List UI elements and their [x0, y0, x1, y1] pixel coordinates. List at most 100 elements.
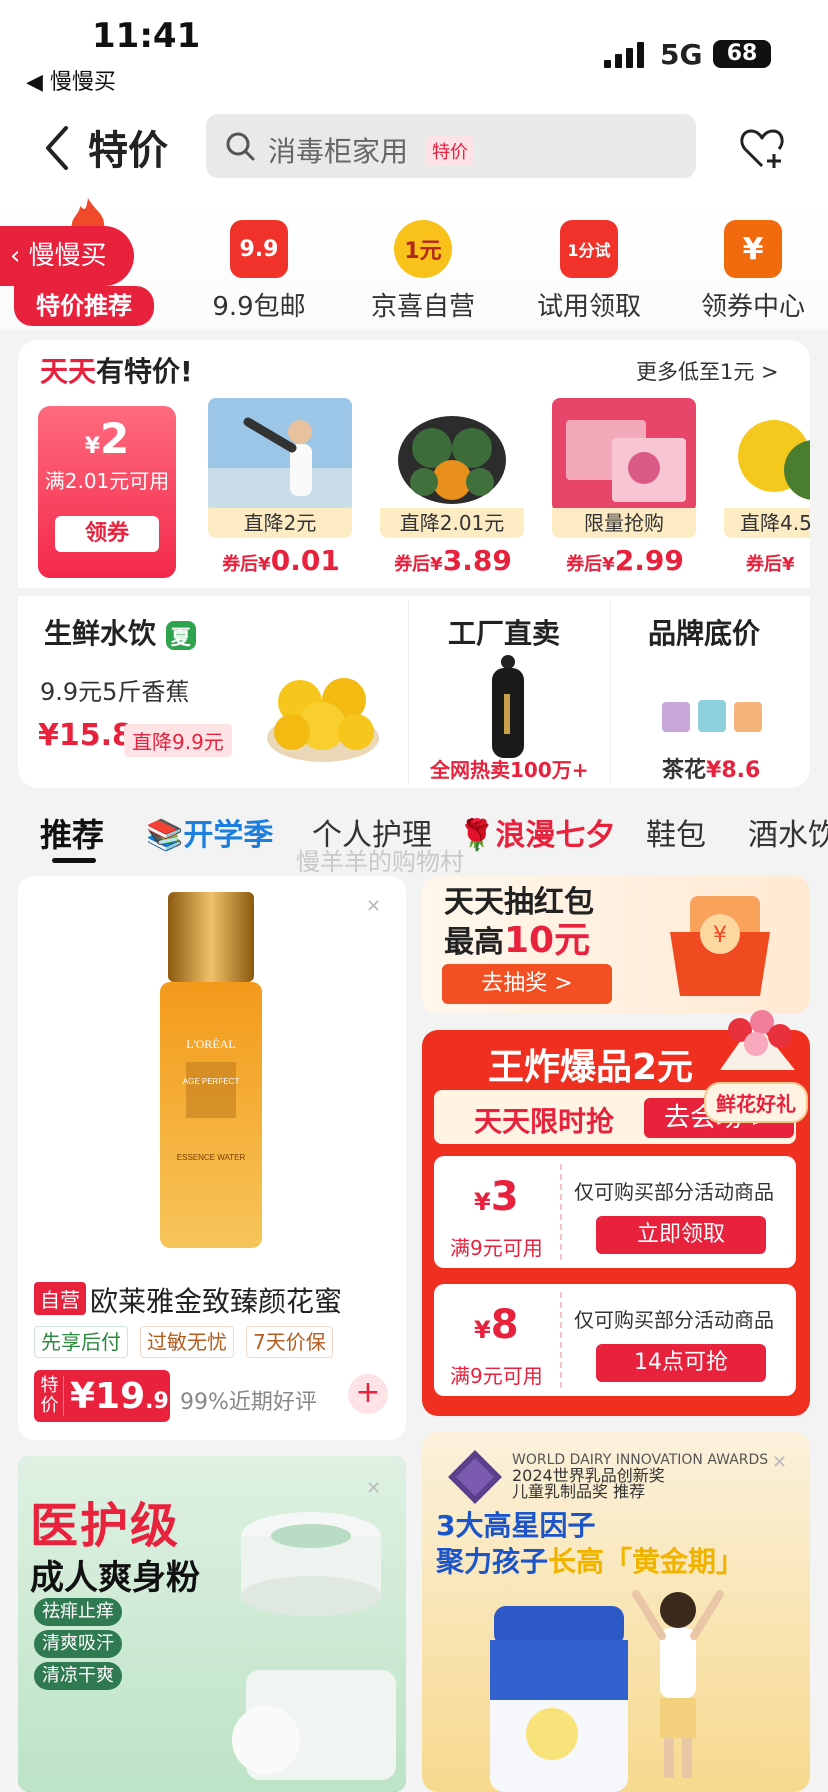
deal-product[interactable]: 直降2.01元 券后¥3.89 [380, 398, 526, 584]
flash-sale-title: 王炸爆品2元 [488, 1047, 694, 1088]
fresh-desc: 9.9元5斤香蕉 [40, 678, 190, 706]
tab-qixi[interactable]: 🌹浪漫七夕 [458, 810, 615, 854]
search-scope-tag: 特价 [426, 136, 474, 166]
category-trial[interactable]: 1分试 试用领取 [514, 220, 664, 322]
flash-sale-subtitle: 天天限时抢 [474, 1105, 615, 1138]
category-coupon-center[interactable]: ¥ 领券中心 [678, 220, 828, 322]
tab-drinks[interactable]: 酒水饮 [748, 810, 828, 854]
draw-lottery-button[interactable]: 去抽奖 > [442, 964, 612, 1004]
deal-product[interactable]: 直降4.5 券后¥ [724, 398, 810, 584]
special-price-badge: 特价 ¥19.9 [34, 1370, 170, 1422]
divider [408, 600, 409, 784]
coupon-desc: 仅可购买部分活动商品 [574, 1308, 774, 1332]
claim-now-button[interactable]: 立即领取 [596, 1216, 766, 1254]
deal-product[interactable]: 直降2元 券后¥0.01 [208, 398, 354, 584]
signal-icon [604, 42, 644, 68]
category-9-9-free-shipping[interactable]: 9.9 9.9包邮 [184, 220, 334, 322]
factory-subtitle: 全网热卖100万+ [430, 758, 589, 782]
coupon-condition: 满2.01元可用 [44, 469, 170, 493]
product-price: 券后¥ [746, 554, 795, 575]
category-label: 京喜自营 [370, 292, 475, 322]
umbrella-image [492, 655, 524, 758]
search-icon [226, 132, 255, 161]
powder-jar-image [232, 1670, 396, 1780]
status-time: 11:41 [92, 16, 201, 56]
red-envelope-icon: ¥ [670, 896, 770, 996]
service-pill: 先享后付 [34, 1326, 128, 1358]
product-tag: 直降2元 [208, 508, 352, 538]
self-operated-badge: 自营 [34, 1282, 86, 1315]
watermark: 慢羊羊的购物村 [296, 848, 464, 876]
special-price-label: 特价 [36, 1376, 64, 1416]
free-shipping-icon: 9.9 [230, 220, 288, 278]
category-jingxi-self[interactable]: 1元 京喜自营 [348, 220, 498, 322]
powder-subtitle: 成人爽身粉 [30, 1558, 200, 1598]
coupon-divider [560, 1164, 562, 1260]
close-icon[interactable]: ✕ [366, 1478, 381, 1499]
daily-deals-title: 天天有特价! [40, 355, 193, 388]
search-placeholder: 消毒柜家用 [268, 135, 409, 168]
category-label: 试用领取 [536, 292, 641, 322]
more-deals-link[interactable]: 更多低至1元 > [636, 356, 779, 386]
powder-title: 医护级 [30, 1498, 181, 1554]
grab-at-14-button[interactable]: 14点可抢 [596, 1344, 766, 1382]
special-recommend-label[interactable]: 特价推荐 [14, 286, 154, 326]
add-to-cart-button[interactable]: + [348, 1374, 388, 1414]
left-pill-label: 慢慢买 [28, 241, 107, 271]
back-arrow-icon[interactable] [38, 122, 78, 174]
service-pill: 7天价保 [246, 1326, 333, 1358]
coupon-amount: ¥3 [474, 1174, 519, 1220]
product-tag: 直降2.01元 [380, 508, 524, 538]
back-to-source-pill[interactable]: ‹ 慢慢买 [0, 226, 134, 286]
fresh-section-title[interactable]: 生鲜水饮 夏 [44, 612, 196, 652]
summer-tag: 夏 [165, 620, 196, 650]
product-price: 券后¥3.89 [394, 544, 512, 577]
product-price: 券后¥2.99 [566, 544, 684, 577]
close-icon[interactable]: ✕ [772, 1452, 787, 1473]
product-price: ¥19.9 [70, 1375, 169, 1417]
add-favorite-icon[interactable] [738, 124, 786, 172]
svg-text:¥: ¥ [713, 923, 727, 948]
coupon-amount: ¥8 [474, 1302, 519, 1348]
brand-price: 茶花¥8.6 [662, 758, 761, 783]
tab-shoes-bags[interactable]: 鞋包 [646, 810, 706, 854]
fresh-price: ¥15.8 [38, 718, 133, 753]
flash-coupon: ¥8 满9元可用 仅可购买部分活动商品 14点可抢 [434, 1284, 796, 1396]
coupon-condition: 满9元可用 [450, 1236, 543, 1260]
divider [610, 600, 611, 784]
coupon-condition: 满9元可用 [450, 1364, 543, 1388]
bottle-brand-text: L'ORÉAL [186, 1037, 236, 1051]
coupon-amount: ¥2 [84, 414, 130, 463]
brand-section-title[interactable]: 品牌底价 [648, 612, 760, 652]
product-image [208, 398, 352, 512]
product-rating: 99%近期好评 [180, 1390, 317, 1415]
one-yuan-icon: 1元 [394, 220, 452, 278]
service-pill: 过敏无忧 [140, 1326, 234, 1358]
deal-product[interactable]: 限量抢购 券后¥2.99 [552, 398, 698, 584]
peach-image [267, 678, 379, 762]
claim-coupon-button[interactable]: 领券 [55, 516, 159, 552]
tab-back-to-school[interactable]: 📚开学季 [146, 810, 273, 854]
product-image [552, 398, 696, 512]
close-icon[interactable]: ✕ [366, 896, 381, 917]
product-bottle-image: L'ORÉAL AGE PERFECT ESSENCE WATER [160, 892, 262, 1248]
coupon-desc: 仅可购买部分活动商品 [574, 1180, 774, 1204]
product-tag: 直降4.5 [724, 508, 810, 538]
powder-feature-chip: 祛痱止痒 [34, 1598, 122, 1626]
back-to-app-link[interactable]: ◀ 慢慢买 [26, 64, 116, 96]
product-name: 自营 欧莱雅金致臻颜花蜜 [34, 1280, 342, 1320]
powder-feature-chip: 清凉干爽 [34, 1662, 122, 1690]
active-tab-indicator [52, 858, 96, 863]
factory-section-title[interactable]: 工厂直卖 [448, 612, 560, 652]
flash-coupon: ¥3 满9元可用 仅可购买部分活动商品 立即领取 [434, 1156, 796, 1268]
product-image [380, 398, 524, 512]
flower-gift-label[interactable]: 鲜花好礼 [704, 1082, 808, 1123]
child-image [632, 1590, 724, 1778]
milk-can-image [490, 1606, 628, 1792]
product-image [724, 398, 810, 512]
tab-recommend[interactable]: 推荐 [40, 810, 104, 856]
coupon-ticket-icon: ¥ [724, 220, 782, 278]
product-tag: 限量抢购 [552, 508, 696, 538]
category-label: 领券中心 [700, 292, 805, 322]
page-title: 特价 [88, 128, 168, 174]
